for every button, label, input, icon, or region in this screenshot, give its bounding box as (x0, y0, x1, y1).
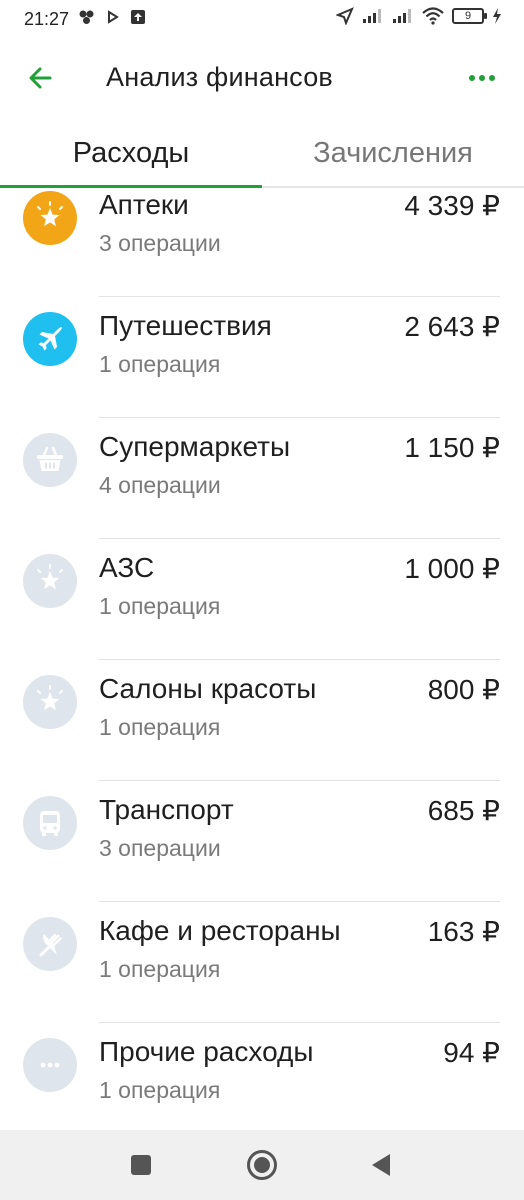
operation-count: 3 операции (99, 835, 221, 861)
more-options-button[interactable] (464, 60, 500, 96)
category-amount: 685 ₽ (427, 795, 500, 826)
category-amount: 94 ₽ (443, 1037, 500, 1068)
category-name: Салоны красоты (99, 673, 317, 704)
tab-income[interactable]: Зачисления (262, 122, 524, 186)
star-icon (23, 554, 77, 608)
category-name: Транспорт (99, 794, 234, 825)
list-item[interactable]: Путешествия 1 операция 2 643 ₽ (0, 297, 524, 418)
category-name: Аптеки (99, 189, 189, 220)
operation-count: 1 операция (99, 714, 221, 740)
category-name: Супермаркеты (99, 431, 291, 462)
upload-notification-icon (131, 10, 145, 24)
star-icon (23, 191, 77, 245)
tab-indicator (0, 185, 262, 188)
signal-icon (363, 9, 381, 23)
category-amount: 163 ₽ (427, 916, 500, 947)
tabs: Расходы Зачисления (0, 122, 524, 188)
category-name: Кафе и рестораны (99, 915, 341, 946)
status-system-icons: 9 (336, 7, 502, 25)
operation-count: 3 операции (99, 230, 221, 256)
back-nav-button[interactable] (364, 1148, 398, 1182)
status-bar: 21:27 9 (0, 0, 524, 40)
list-item[interactable]: Аптеки 3 операции 4 339 ₽ (0, 189, 524, 297)
square-icon (131, 1155, 151, 1175)
fork-knife-icon (23, 917, 77, 971)
operation-count: 1 операция (99, 956, 221, 982)
star-icon (23, 675, 77, 729)
category-amount: 1 000 ₽ (404, 553, 500, 584)
charging-bolt-icon (493, 8, 501, 24)
bus-icon (23, 796, 77, 850)
list-item[interactable]: Кафе и рестораны 1 операция 163 ₽ (0, 902, 524, 1023)
status-notification-icons (78, 9, 146, 25)
system-nav-bar (0, 1130, 524, 1200)
home-button[interactable] (245, 1148, 279, 1182)
app-notification-icon (79, 10, 94, 24)
list-item[interactable]: Салоны красоты 1 операция 800 ₽ (0, 660, 524, 781)
category-amount: 1 150 ₽ (404, 432, 500, 463)
category-amount: 4 339 ₽ (404, 190, 500, 221)
more-dots-icon (23, 1038, 77, 1092)
category-name: АЗС (99, 552, 155, 583)
play-notification-icon (108, 10, 119, 24)
list-item[interactable]: Транспорт 3 операции 685 ₽ (0, 781, 524, 902)
category-name: Путешествия (99, 310, 272, 341)
basket-icon (23, 433, 77, 487)
list-item[interactable]: АЗС 1 операция 1 000 ₽ (0, 539, 524, 660)
operation-count: 1 операция (99, 1077, 221, 1103)
status-time: 21:27 (24, 9, 70, 29)
recents-button[interactable] (124, 1148, 158, 1182)
more-dots-icon (469, 75, 495, 81)
battery-icon: 9 (452, 8, 487, 24)
app-bar: Анализ финансов (0, 40, 524, 116)
list-item[interactable]: Прочие расходы 1 операция 94 ₽ (0, 1023, 524, 1144)
category-amount: 2 643 ₽ (404, 311, 500, 342)
home-circle-icon (247, 1150, 277, 1180)
back-button[interactable] (24, 60, 60, 96)
list-item[interactable]: Супермаркеты 4 операции 1 150 ₽ (0, 418, 524, 539)
airplane-icon (23, 312, 77, 366)
triangle-back-icon (372, 1154, 390, 1176)
location-arrow-icon (336, 7, 354, 25)
category-amount: 800 ₽ (427, 674, 500, 705)
arrow-left-icon (29, 67, 52, 89)
operation-count: 4 операции (99, 472, 221, 498)
tab-expenses[interactable]: Расходы (0, 122, 262, 186)
operation-count: 1 операция (99, 351, 221, 377)
operation-count: 1 операция (99, 593, 221, 619)
category-list: Аптеки 3 операции 4 339 ₽ Путешествия 1 … (0, 189, 524, 1144)
category-name: Прочие расходы (99, 1036, 314, 1067)
page-title: Анализ финансов (106, 62, 333, 92)
wifi-icon (422, 7, 444, 25)
signal-icon-2 (393, 9, 411, 23)
